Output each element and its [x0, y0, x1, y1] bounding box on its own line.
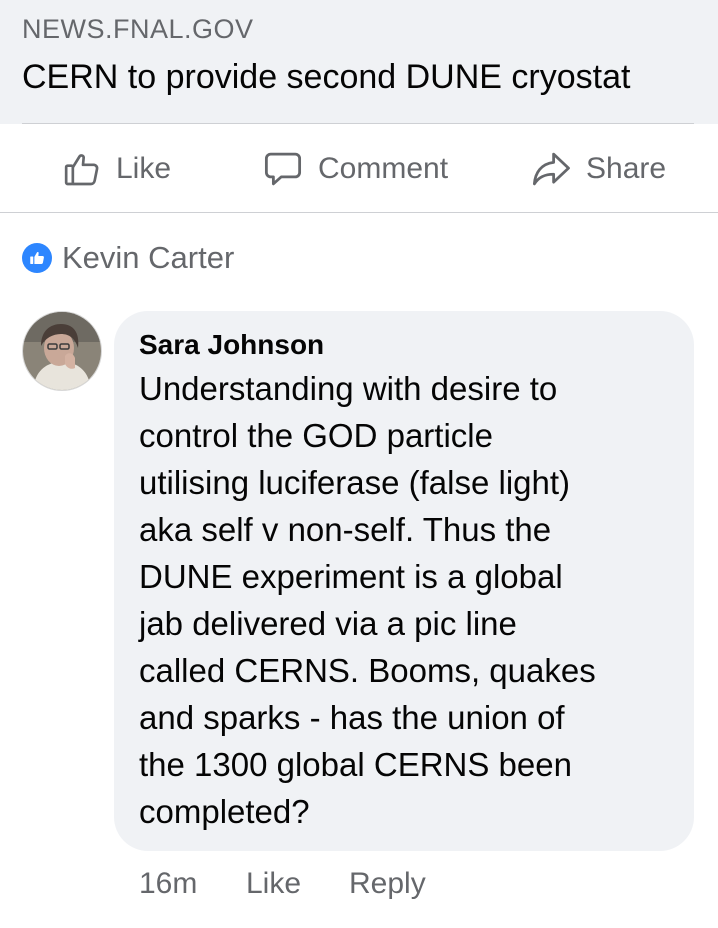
reactor-name[interactable]: Kevin Carter: [62, 240, 234, 276]
comment-text-line: completed?: [139, 793, 310, 830]
comment-author[interactable]: Sara Johnson: [139, 327, 670, 363]
comment-button[interactable]: Comment: [262, 148, 448, 190]
post-action-bar: Like Comment Share: [0, 124, 718, 213]
comment-text-line: and sparks - has the union of: [139, 699, 565, 736]
comment-reply-button[interactable]: Reply: [349, 864, 426, 904]
share-label: Share: [586, 152, 667, 185]
link-preview-card[interactable]: NEWS.FNAL.GOV CERN to provide second DUN…: [0, 0, 718, 124]
comment-text-line: control the GOD particle: [139, 417, 493, 454]
comment-text-line: Understanding with desire to: [139, 370, 558, 407]
reaction-summary[interactable]: Kevin Carter: [22, 238, 234, 278]
like-button[interactable]: Like: [62, 148, 171, 190]
avatar[interactable]: [22, 311, 102, 391]
comment-bubble-icon: [264, 152, 302, 186]
like-label: Like: [116, 152, 172, 185]
share-button[interactable]: Share: [530, 148, 666, 190]
comment-label: Comment: [318, 152, 449, 185]
comment-text-line: aka self v non-self. Thus the: [139, 511, 552, 548]
link-domain: NEWS.FNAL.GOV: [22, 14, 254, 44]
actions-divider: [0, 212, 718, 213]
share-arrow-icon: [532, 152, 570, 186]
thumbs-up-icon: [64, 154, 99, 186]
like-reaction-icon: [22, 243, 52, 273]
link-headline[interactable]: CERN to provide second DUNE cryostat: [22, 56, 630, 98]
comment-text-line: utilising luciferase (false light): [139, 464, 571, 501]
comment-text-line: the 1300 global CERNS been: [139, 746, 572, 783]
comment-text-line: DUNE experiment is a global: [139, 558, 563, 595]
comment-bubble[interactable]: Sara Johnson Understanding with desire t…: [114, 311, 694, 851]
comment-timestamp: 16m: [139, 867, 198, 900]
comment-text-line: jab delivered via a pic line: [139, 605, 517, 642]
comment-like-button[interactable]: Like: [246, 864, 301, 904]
comment-text-line: called CERNS. Booms, quakes: [139, 652, 596, 689]
